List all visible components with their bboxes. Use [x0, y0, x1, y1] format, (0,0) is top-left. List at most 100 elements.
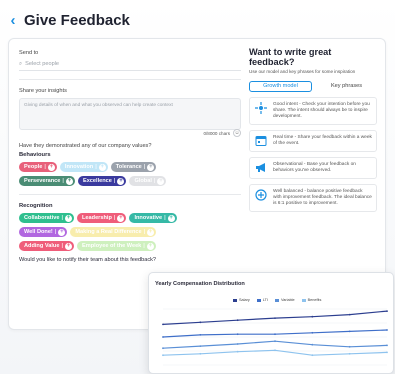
value-chip[interactable]: Making a Real Difference | +	[70, 227, 157, 237]
legend-swatch	[301, 298, 306, 302]
data-point	[348, 313, 351, 316]
value-chip[interactable]: Well Done! | +	[19, 227, 68, 237]
chip-label: Innovative	[134, 215, 163, 221]
chip-separator: |	[54, 229, 57, 235]
tip-good-intent: Good intent - Check your intention befor…	[249, 96, 377, 125]
plus-icon[interactable]: +	[147, 228, 155, 236]
chip-label: Innovation	[64, 164, 94, 170]
behaviours-heading: Behaviours	[19, 152, 51, 158]
value-chip[interactable]: Collaborative | +	[19, 213, 75, 223]
legend-item: Salary	[233, 298, 250, 302]
value-chip[interactable]: Adding Value | +	[19, 241, 75, 251]
value-chip[interactable]: Leadership | +	[77, 213, 127, 223]
tip-real-time: Real time - Share your feedback within a…	[249, 129, 377, 152]
value-chip[interactable]: Innovation | +	[59, 162, 108, 172]
data-point	[236, 333, 239, 336]
value-chip[interactable]: Excellence | +	[77, 176, 127, 186]
legend-label: Benefits	[307, 298, 322, 302]
plus-icon[interactable]: +	[98, 163, 106, 171]
legend-swatch	[274, 298, 279, 302]
data-point	[162, 336, 164, 338]
plus-icon[interactable]: +	[117, 214, 125, 222]
data-point	[311, 315, 314, 318]
data-point	[348, 352, 351, 355]
chip-separator: |	[44, 164, 46, 170]
chip-label: Leadership	[82, 215, 112, 221]
tips-title: Want to write great feedback?	[249, 47, 332, 68]
data-point	[274, 349, 276, 352]
tip-well-balanced: Well balanced - balance positive feedbac…	[249, 183, 377, 212]
plus-icon[interactable]: +	[65, 177, 73, 185]
value-chip[interactable]: Perseverance | +	[19, 176, 75, 186]
legend-item: Benefits	[301, 298, 322, 302]
data-point	[162, 323, 164, 326]
value-chip[interactable]: People | +	[19, 162, 57, 172]
data-point	[199, 352, 202, 355]
plus-icon[interactable]: +	[117, 177, 125, 185]
chip-separator: |	[62, 178, 64, 184]
feedback-form: Send to ⌕ Select people Share your insig…	[19, 47, 241, 263]
chart-title: Yearly Compensation Distribution	[155, 281, 245, 287]
data-point	[274, 333, 276, 336]
recognition-row: Well Done! | + Making a Real Difference | +	[19, 227, 241, 237]
chip-separator: |	[113, 215, 116, 221]
data-point	[162, 347, 164, 350]
send-to-input[interactable]: ⌕ Select people	[19, 58, 241, 71]
divider	[19, 79, 241, 80]
plus-icon[interactable]: +	[146, 242, 154, 250]
emoji-icon[interactable]: ☺	[233, 129, 241, 137]
data-point	[274, 317, 276, 319]
plus-icon[interactable]: +	[65, 242, 73, 250]
compensation-chart-card: Yearly Compensation Distribution Salary …	[148, 272, 394, 374]
tip-text: Good intent - Check your intention befor…	[273, 101, 370, 119]
tip-text: Real time - Share your feedback within a…	[273, 134, 372, 146]
page-background: ‹ Give Feedback Send to ⌕ Select people …	[0, 0, 395, 374]
data-point	[386, 344, 388, 347]
char-counter: 0/8000 chars ☺	[19, 129, 241, 137]
value-chip[interactable]: Global | +	[129, 176, 167, 186]
chart-legend: Salary LTI Variable Benefits	[233, 298, 321, 302]
data-point	[162, 354, 164, 357]
chart-plot	[162, 308, 388, 366]
tab-growth-model[interactable]: Growth model	[249, 80, 312, 92]
data-point	[236, 343, 239, 345]
tips-panel: Want to write great feedback? Use our mo…	[249, 47, 377, 212]
data-point	[236, 319, 239, 322]
chip-label: Excellence	[82, 178, 112, 184]
chip-label: Making a Real Difference	[75, 229, 142, 235]
plus-icon[interactable]: +	[147, 163, 155, 171]
value-chip[interactable]: Tolerance | +	[110, 162, 157, 172]
back-arrow-icon[interactable]: ‹	[6, 12, 20, 29]
data-point	[311, 343, 314, 346]
value-chip[interactable]: Employee of the Week | +	[77, 241, 156, 251]
send-to-placeholder: Select people	[25, 61, 60, 67]
plus-icon[interactable]: +	[167, 214, 175, 222]
insights-textarea[interactable]: Giving details of when and what you obse…	[19, 98, 241, 130]
legend-label: Salary	[239, 298, 250, 302]
plus-icon[interactable]: +	[47, 163, 55, 171]
data-point	[348, 345, 351, 348]
values-question: Have they demonstrated any of our compan…	[19, 143, 152, 149]
chip-separator: |	[61, 215, 64, 221]
chip-separator: |	[61, 243, 64, 249]
plus-icon[interactable]: +	[65, 214, 73, 222]
legend-item: LTI	[256, 298, 268, 302]
megaphone-icon	[254, 162, 268, 174]
recognition-heading: Recognition	[19, 203, 53, 209]
chip-separator: |	[164, 215, 166, 221]
plus-icon[interactable]: +	[58, 228, 66, 236]
data-point	[311, 354, 314, 357]
scale-icon	[254, 189, 268, 201]
page-title: Give Feedback	[24, 12, 130, 29]
data-point	[274, 340, 276, 343]
chip-label: Adding Value	[24, 243, 60, 249]
share-insights-label: Share your insights	[19, 88, 67, 94]
chip-label: People	[24, 164, 43, 170]
recognition-row: Collaborative | + Leadership | + Innovative | +	[19, 213, 241, 223]
value-chip[interactable]: Innovative | +	[129, 213, 177, 223]
tab-key-phrases[interactable]: Key phrases	[316, 81, 377, 92]
legend-item: Variable	[274, 298, 295, 302]
plus-icon[interactable]: +	[157, 177, 165, 185]
behaviours-row: Perseverance | + Excellence | + Global | +	[19, 176, 241, 186]
tips-subtitle: Use our model and key phrases for some i…	[249, 69, 356, 75]
